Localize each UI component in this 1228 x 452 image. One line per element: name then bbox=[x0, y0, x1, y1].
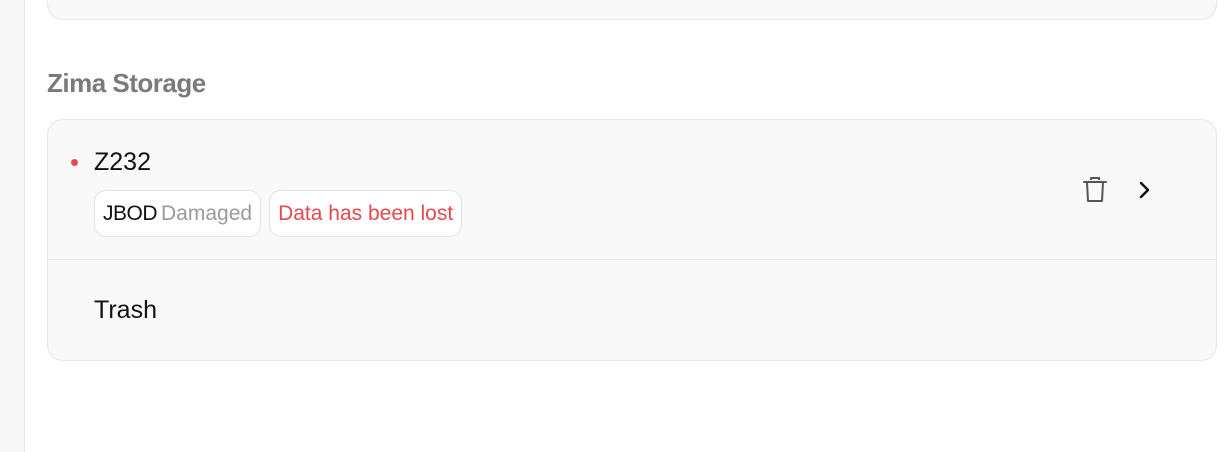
data-loss-badge: Data has been lost bbox=[269, 190, 463, 237]
trash-icon[interactable] bbox=[1082, 176, 1108, 204]
trash-label: Trash bbox=[94, 296, 157, 324]
storage-pool-row[interactable]: Z232 JBOD Damaged Data has been lost bbox=[48, 120, 1216, 260]
raid-type: JBOD bbox=[103, 201, 158, 225]
left-sidebar-rail bbox=[0, 0, 25, 452]
section-title: Zima Storage bbox=[47, 68, 206, 98]
pool-tags: JBOD Damaged Data has been lost bbox=[94, 190, 463, 237]
health-status: Damaged bbox=[161, 201, 253, 225]
chevron-right-icon[interactable] bbox=[1136, 178, 1154, 202]
storage-card: Z232 JBOD Damaged Data has been lost Tra… bbox=[47, 119, 1217, 361]
raid-type-badge: JBOD Damaged bbox=[94, 190, 262, 237]
previous-card bbox=[47, 0, 1217, 20]
status-dot bbox=[71, 159, 78, 166]
pool-name: Z232 bbox=[94, 148, 151, 176]
trash-row[interactable]: Trash bbox=[48, 260, 1216, 360]
